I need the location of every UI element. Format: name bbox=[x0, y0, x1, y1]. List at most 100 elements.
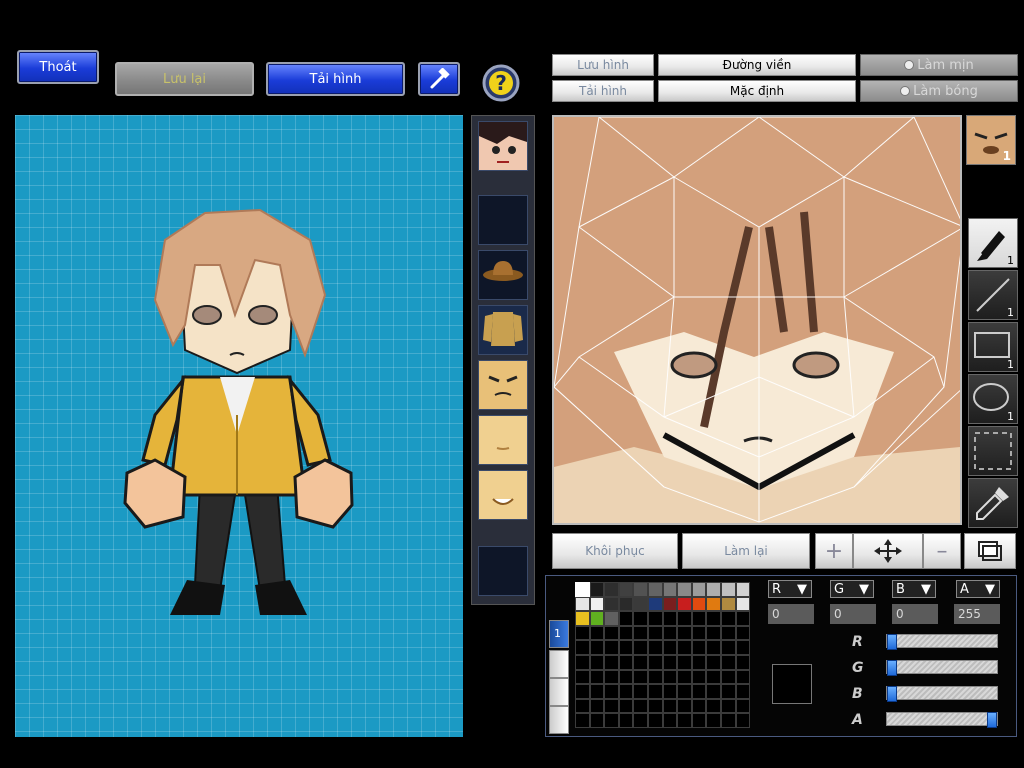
palette-cell[interactable] bbox=[648, 655, 663, 670]
palette-cell[interactable] bbox=[735, 596, 751, 612]
save-image-button[interactable]: Lưu hình bbox=[552, 54, 654, 76]
move-button[interactable] bbox=[853, 533, 923, 569]
red-channel-select[interactable]: R ▼ bbox=[768, 580, 812, 598]
ellipse-tool[interactable]: 1 bbox=[968, 374, 1018, 424]
blue-value-field[interactable]: 0 bbox=[892, 604, 938, 624]
zoom-out-button[interactable]: – bbox=[923, 533, 961, 569]
palette-cell[interactable] bbox=[677, 713, 692, 728]
palette-cell[interactable] bbox=[706, 596, 721, 612]
palette-cell[interactable] bbox=[618, 640, 634, 655]
palette-cell[interactable] bbox=[618, 684, 634, 699]
palette-cell[interactable] bbox=[575, 713, 590, 728]
palette-cell[interactable] bbox=[589, 713, 605, 728]
palette-cell[interactable] bbox=[735, 625, 751, 641]
palette-cell[interactable] bbox=[648, 684, 663, 699]
line-tool[interactable]: 1 bbox=[968, 270, 1018, 320]
palette-cell[interactable] bbox=[706, 582, 721, 597]
restore-button[interactable]: Khôi phục bbox=[552, 533, 678, 569]
palette-cell[interactable] bbox=[735, 713, 751, 728]
layer-tab-2[interactable] bbox=[549, 650, 569, 678]
palette-cell[interactable] bbox=[589, 640, 605, 655]
reload-button[interactable]: Tải hình bbox=[266, 62, 405, 96]
palette-cell[interactable] bbox=[677, 582, 692, 597]
palette-cell[interactable] bbox=[648, 582, 663, 597]
palette-cell[interactable] bbox=[589, 625, 605, 641]
palette-cell[interactable] bbox=[706, 684, 721, 699]
palette-cell[interactable] bbox=[589, 684, 605, 699]
alpha-channel-select[interactable]: A ▼ bbox=[956, 580, 1000, 598]
palette-cell[interactable] bbox=[662, 582, 678, 597]
palette-cell[interactable] bbox=[706, 655, 721, 670]
part-slot-hat[interactable] bbox=[478, 250, 528, 300]
palette-cell[interactable] bbox=[604, 625, 619, 641]
part-slot-empty-1[interactable] bbox=[478, 195, 528, 245]
select-tool[interactable] bbox=[968, 426, 1018, 476]
palette-cell[interactable] bbox=[721, 684, 736, 699]
part-slot-expression-1[interactable] bbox=[478, 360, 528, 410]
redo-button[interactable]: Làm lại bbox=[682, 533, 810, 569]
palette-cell[interactable] bbox=[575, 625, 590, 641]
palette-cell[interactable] bbox=[677, 640, 692, 655]
palette-cell[interactable] bbox=[735, 698, 751, 714]
palette-cell[interactable] bbox=[604, 684, 619, 699]
palette-cell[interactable] bbox=[618, 611, 634, 626]
palette-cell[interactable] bbox=[604, 611, 619, 626]
palette-cell[interactable] bbox=[604, 655, 619, 670]
palette-cell[interactable] bbox=[735, 611, 751, 626]
palette-cell[interactable] bbox=[618, 713, 634, 728]
palette-cell[interactable] bbox=[648, 611, 663, 626]
palette-cell[interactable] bbox=[662, 655, 678, 670]
palette-cell[interactable] bbox=[604, 582, 619, 597]
palette-cell[interactable] bbox=[721, 625, 736, 641]
part-slot-empty-2[interactable] bbox=[478, 546, 528, 596]
palette-cell[interactable] bbox=[691, 625, 707, 641]
palette-cell[interactable] bbox=[691, 582, 707, 597]
blue-slider[interactable] bbox=[886, 686, 998, 702]
palette-cell[interactable] bbox=[589, 669, 605, 685]
character-canvas[interactable] bbox=[15, 115, 463, 737]
palette-cell[interactable] bbox=[721, 713, 736, 728]
palette-cell[interactable] bbox=[677, 684, 692, 699]
palette-cell[interactable] bbox=[677, 596, 692, 612]
green-slider[interactable] bbox=[886, 660, 998, 676]
palette-cell[interactable] bbox=[706, 625, 721, 641]
palette-cell[interactable] bbox=[633, 596, 648, 612]
palette-cell[interactable] bbox=[618, 698, 634, 714]
alpha-slider[interactable] bbox=[886, 712, 998, 728]
exit-button[interactable]: Thoát bbox=[17, 50, 99, 84]
palette-cell[interactable] bbox=[662, 611, 678, 626]
palette-cell[interactable] bbox=[604, 698, 619, 714]
palette-cell[interactable] bbox=[735, 640, 751, 655]
layer-tab-1[interactable]: 1 bbox=[549, 620, 569, 648]
palette-cell[interactable] bbox=[589, 655, 605, 670]
palette-cell[interactable] bbox=[633, 713, 648, 728]
palette-cell[interactable] bbox=[633, 625, 648, 641]
palette-cell[interactable] bbox=[633, 611, 648, 626]
palette-cell[interactable] bbox=[721, 582, 736, 597]
palette-cell[interactable] bbox=[575, 669, 590, 685]
palette-cell[interactable] bbox=[633, 582, 648, 597]
palette-cell[interactable] bbox=[691, 611, 707, 626]
palette-cell[interactable] bbox=[662, 669, 678, 685]
palette-cell[interactable] bbox=[575, 611, 590, 626]
palette-cell[interactable] bbox=[589, 596, 605, 612]
palette-cell[interactable] bbox=[604, 596, 619, 612]
palette-cell[interactable] bbox=[677, 625, 692, 641]
hammer-button[interactable] bbox=[418, 62, 460, 96]
outline-button[interactable]: Đường viền bbox=[658, 54, 856, 76]
palette-cell[interactable] bbox=[721, 698, 736, 714]
palette-cell[interactable] bbox=[735, 669, 751, 685]
green-slider-knob[interactable] bbox=[887, 660, 897, 676]
palette-cell[interactable] bbox=[691, 684, 707, 699]
palette-cell[interactable] bbox=[575, 655, 590, 670]
palette-cell[interactable] bbox=[677, 698, 692, 714]
palette-cell[interactable] bbox=[648, 698, 663, 714]
palette-cell[interactable] bbox=[633, 655, 648, 670]
blue-channel-select[interactable]: B ▼ bbox=[892, 580, 936, 598]
palette-cell[interactable] bbox=[648, 713, 663, 728]
part-slot-body[interactable] bbox=[478, 305, 528, 355]
palette-cell[interactable] bbox=[706, 640, 721, 655]
palette-cell[interactable] bbox=[721, 655, 736, 670]
red-value-field[interactable]: 0 bbox=[768, 604, 814, 624]
pen-tool[interactable]: 1 bbox=[968, 218, 1018, 268]
